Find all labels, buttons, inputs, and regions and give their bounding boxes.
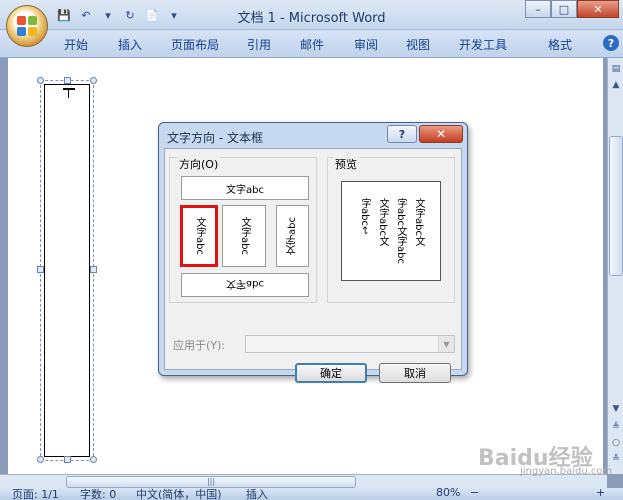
- resize-handle-right[interactable]: [90, 266, 97, 273]
- minimize-button[interactable]: –: [525, 0, 551, 18]
- direction-option-horizontal[interactable]: 文字abc: [181, 176, 309, 200]
- horizontal-scroll-thumb[interactable]: |||: [66, 476, 356, 488]
- next-page-icon[interactable]: ≚: [609, 452, 623, 466]
- vertical-scrollbar[interactable]: ▤ ▲ ▼ ≜ ○ ≚: [607, 58, 623, 474]
- tab-insert[interactable]: 插入: [118, 36, 142, 53]
- tab-mailings[interactable]: 邮件: [300, 36, 324, 53]
- office-logo-icon: [17, 16, 37, 36]
- resize-handle-bottom[interactable]: [64, 456, 71, 463]
- resize-handle-bottom-right[interactable]: [90, 456, 97, 463]
- watermark-url: jingyan.baidu.com: [520, 466, 613, 477]
- preview-text: 文字abc文 字abc文字abc 文字abc文 字abc↩: [359, 198, 424, 264]
- scroll-down-icon[interactable]: ▼: [609, 402, 623, 416]
- resize-handle-left[interactable]: [37, 266, 44, 273]
- preview-label: 预览: [333, 156, 359, 172]
- direction-option-vertical-rotated[interactable]: 文字abc: [180, 205, 218, 267]
- help-icon[interactable]: ?: [603, 35, 619, 51]
- tab-developer[interactable]: 开发工具: [459, 36, 507, 53]
- title-bar: 💾 ↶ ▾ ↻ 📄 ▾ 文档 1 - Microsoft Word – □ ✕: [0, 0, 623, 30]
- tab-format[interactable]: 格式: [548, 36, 572, 53]
- cancel-button[interactable]: 取消: [379, 363, 451, 383]
- previous-page-icon[interactable]: ≜: [609, 420, 623, 434]
- text-cursor-icon: [63, 88, 75, 98]
- textbox[interactable]: [44, 84, 90, 457]
- tab-review[interactable]: 审阅: [354, 36, 378, 53]
- resize-handle-top-right[interactable]: [90, 77, 97, 84]
- direction-label: 方向(O): [177, 156, 221, 172]
- insert-mode[interactable]: 插入: [246, 488, 268, 500]
- resize-handle-top[interactable]: [64, 77, 71, 84]
- direction-option-rotated-ccw[interactable]: 文字abc: [276, 205, 309, 267]
- direction-option-stacked[interactable]: 文字abc: [222, 205, 266, 267]
- scroll-up-icon[interactable]: ▲: [609, 78, 623, 92]
- ruler-toggle-icon[interactable]: ▤: [609, 62, 623, 76]
- resize-handle-top-left[interactable]: [37, 77, 44, 84]
- ok-button[interactable]: 确定: [295, 363, 367, 383]
- chevron-down-icon[interactable]: ▼: [438, 336, 454, 352]
- dialog-help-button[interactable]: ?: [387, 125, 417, 143]
- text-direction-dialog: 文字方向 - 文本框 ? ✕ 方向(O) 文字abc 文字abc 文字abc 文…: [158, 122, 468, 383]
- vertical-scroll-thumb[interactable]: [609, 136, 623, 276]
- tab-view[interactable]: 视图: [406, 36, 430, 53]
- dialog-title: 文字方向 - 文本框: [167, 131, 263, 145]
- page-count[interactable]: 页面: 1/1: [12, 488, 59, 500]
- zoom-level[interactable]: 80%: [436, 488, 460, 499]
- ribbon-tabs: 开始 插入 页面布局 引用 邮件 审阅 视图 开发工具 格式 ?: [0, 30, 623, 58]
- status-bar: 页面: 1/1 字数: 0 中文(简体，中国) 插入 80% − +: [0, 488, 623, 500]
- apply-to-label: 应用于(Y):: [173, 339, 226, 352]
- dialog-body: 方向(O) 文字abc 文字abc 文字abc 文字abc 文字abc 预览 文…: [164, 148, 462, 383]
- preview-box: 文字abc文 字abc文字abc 文字abc文 字abc↩: [341, 181, 441, 281]
- close-button[interactable]: ✕: [577, 0, 619, 18]
- resize-handle-bottom-left[interactable]: [37, 456, 44, 463]
- dialog-close-button[interactable]: ✕: [419, 125, 463, 143]
- zoom-out-icon[interactable]: −: [470, 488, 479, 499]
- direction-option-horizontal-inverted[interactable]: 文字abc: [181, 273, 309, 297]
- zoom-in-icon[interactable]: +: [596, 488, 605, 499]
- horizontal-scrollbar[interactable]: |||: [0, 474, 607, 488]
- office-button[interactable]: [6, 5, 48, 47]
- window-controls: – □ ✕: [525, 0, 619, 18]
- tab-references[interactable]: 引用: [247, 36, 271, 53]
- select-browse-object-icon[interactable]: ○: [609, 436, 623, 450]
- word-count[interactable]: 字数: 0: [80, 488, 116, 500]
- maximize-button[interactable]: □: [551, 0, 577, 18]
- language-indicator[interactable]: 中文(简体，中国): [136, 488, 222, 500]
- tab-page-layout[interactable]: 页面布局: [171, 36, 219, 53]
- apply-to-select[interactable]: ▼: [245, 335, 455, 353]
- tab-home[interactable]: 开始: [64, 36, 88, 53]
